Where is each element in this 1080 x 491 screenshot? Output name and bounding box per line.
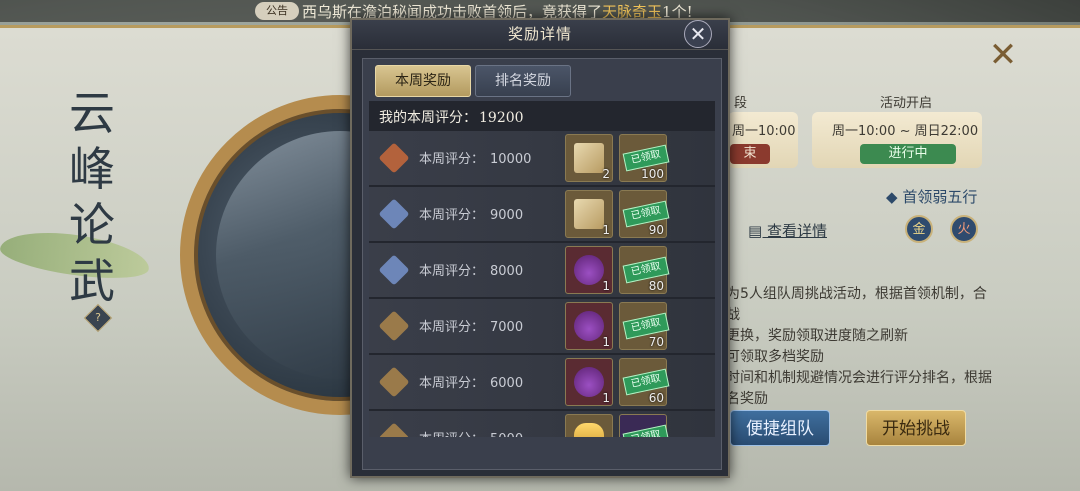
- item-count: 1: [602, 223, 610, 237]
- gold-ingot-icon: [574, 423, 604, 437]
- quick-team-button[interactable]: 便捷组队: [730, 410, 830, 446]
- metal-element-icon: 金: [905, 215, 933, 243]
- pouch-icon: [574, 255, 604, 285]
- phase-label: 活动开启: [880, 96, 933, 111]
- rank-badge-icon: [378, 422, 410, 437]
- score-threshold: 本周评分： 6000: [419, 376, 524, 391]
- tab-weekly-rewards[interactable]: 本周奖励: [375, 65, 471, 97]
- claimed-stamp: 已领取: [622, 424, 670, 437]
- title-char: 云: [69, 86, 115, 140]
- reward-item-slot[interactable]: 已领取 60: [619, 358, 670, 406]
- reward-details-dialog: 奖励详情 ✕ 本周奖励 排名奖励 我的本周评分： 19200 本周评分： 10000…: [350, 18, 730, 478]
- reward-item-slot[interactable]: 2: [565, 134, 613, 182]
- reward-row: 本周评分： 10000 2 已领取 100: [369, 131, 715, 185]
- score-threshold: 本周评分： 10000: [419, 152, 532, 167]
- reward-item-slot[interactable]: 已领取 70: [619, 302, 670, 350]
- activity-title: 云 峰 论 武: [62, 85, 122, 309]
- fire-element-icon: 火: [950, 215, 978, 243]
- reward-item-slot[interactable]: [565, 414, 613, 437]
- start-challenge-button[interactable]: 开始挑战: [866, 410, 966, 446]
- item-count: 2: [602, 167, 610, 181]
- reward-item-slot[interactable]: 已领取: [619, 414, 670, 437]
- phase-status-active: 进行中: [860, 144, 956, 164]
- rank-badge-icon: [378, 142, 410, 174]
- item-count: 80: [648, 279, 664, 293]
- announcement-tag: 公告: [255, 2, 299, 20]
- item-count: 60: [648, 391, 664, 405]
- reward-item-slot[interactable]: 1: [565, 246, 613, 294]
- score-threshold: 本周评分：5000: [419, 428, 523, 437]
- tab-ranking-rewards[interactable]: 排名奖励: [475, 65, 571, 97]
- reward-row: 本周评分： 9000 1 已领取 90: [369, 187, 715, 241]
- pouch-icon: [574, 311, 604, 341]
- close-panel-button[interactable]: ✕: [986, 38, 1020, 72]
- reward-item-slot[interactable]: 已领取 90: [619, 190, 670, 238]
- phase-time: 周一10:00: [732, 124, 796, 139]
- reward-row: 本周评分： 8000 1 已领取 80: [369, 243, 715, 297]
- score-threshold: 本周评分： 7000: [419, 320, 524, 335]
- reward-item-slot[interactable]: 已领取 80: [619, 246, 670, 294]
- scroll-icon: [574, 199, 604, 229]
- dialog-header: 奖励详情 ✕: [352, 20, 728, 50]
- reward-item-slot[interactable]: 1: [565, 358, 613, 406]
- rank-badge-icon: [378, 366, 410, 398]
- item-count: 70: [648, 335, 664, 349]
- item-count: 1: [602, 279, 610, 293]
- reward-row: 本周评分： 6000 1 已领取 60: [369, 355, 715, 409]
- view-details-link[interactable]: ▤ 查看详情: [748, 220, 827, 241]
- rank-badge-icon: [378, 198, 410, 230]
- reward-row: 本周评分：5000 已领取: [369, 411, 715, 437]
- activity-description: 为5人组队周挑战活动，根据首领机制，合 战 更换，奖励领取进度随之刷新 可领取多…: [726, 286, 992, 407]
- rank-badge-icon: [378, 254, 410, 286]
- weak-element-heading: ◆ 首领弱五行: [886, 188, 978, 206]
- reward-row: 本周评分： 7000 1 已领取 70: [369, 299, 715, 353]
- phase-label: 段: [734, 96, 748, 111]
- item-count: 1: [602, 391, 610, 405]
- phase-time: 周一10:00 ~ 周日22:00: [832, 124, 979, 139]
- my-weekly-score: 我的本周评分： 19200: [379, 110, 524, 126]
- title-char: 峰: [69, 142, 115, 196]
- score-threshold: 本周评分： 8000: [419, 264, 524, 279]
- rank-badge-icon: [378, 310, 410, 342]
- reward-item-slot[interactable]: 已领取 100: [619, 134, 670, 182]
- dialog-close-button[interactable]: ✕: [684, 20, 712, 48]
- reward-item-slot[interactable]: 1: [565, 190, 613, 238]
- dialog-title: 奖励详情: [507, 25, 572, 43]
- reward-item-slot[interactable]: 1: [565, 302, 613, 350]
- reward-list[interactable]: 我的本周评分： 19200 本周评分： 10000 2 已领取 100 本周评分： 9000 1…: [369, 101, 715, 437]
- pouch-icon: [574, 367, 604, 397]
- scroll-icon: [574, 143, 604, 173]
- item-count: 1: [602, 335, 610, 349]
- score-threshold: 本周评分： 9000: [419, 208, 524, 223]
- item-count: 100: [641, 167, 664, 181]
- title-char: 论: [69, 198, 115, 252]
- phase-status-ended: 束: [730, 144, 770, 164]
- title-char: 武: [69, 254, 115, 308]
- item-count: 90: [648, 223, 664, 237]
- dialog-body: 本周奖励 排名奖励 我的本周评分： 19200 本周评分： 10000 2 已领取 100…: [362, 58, 722, 470]
